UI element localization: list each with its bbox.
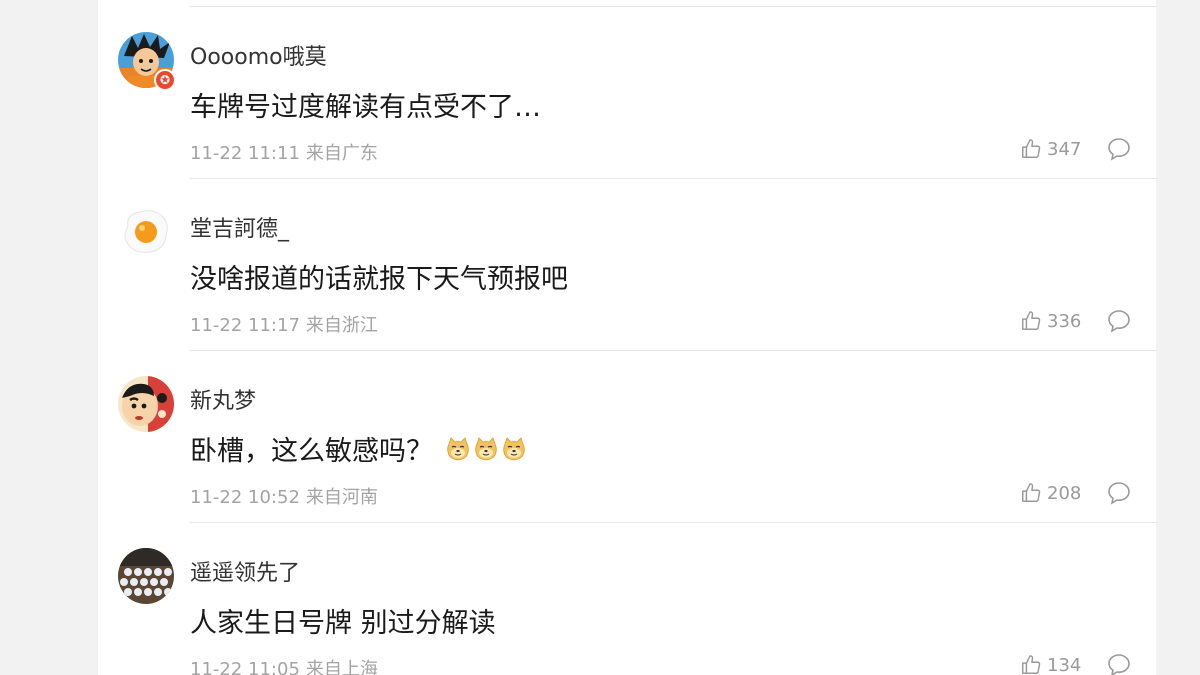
comment-content: 人家生日号牌 别过分解读 (190, 601, 496, 640)
comment-text: 车牌号过度解读有点受不了… (190, 92, 541, 123)
star-badge-icon: ✪ (154, 69, 176, 91)
comment-bubble-icon[interactable] (1106, 308, 1132, 334)
like-count: 208 (1047, 482, 1082, 504)
like-count: 347 (1047, 138, 1082, 160)
fried-egg-avatar[interactable] (118, 204, 174, 260)
doge-emoji (475, 436, 497, 460)
comment-username[interactable]: 堂吉訶德_ (190, 211, 289, 243)
comment-item: 堂吉訶德_ 没啥报道的话就报下天气预报吧 11-22 11:17 来自浙江 336 (98, 179, 1156, 351)
comment-bubble-icon[interactable] (1106, 480, 1132, 506)
comment-time: 11-22 11:17 (190, 315, 300, 336)
comment-bubble-icon[interactable] (1106, 136, 1132, 162)
comment-item: 新丸梦 卧槽，这么敏感吗？ 11-22 10:52 来自河南 208 (98, 351, 1156, 523)
comment-content: 卧槽，这么敏感吗？ (190, 429, 527, 468)
comment-location: 来自河南 (305, 487, 378, 508)
comment-bubble-icon[interactable] (1106, 652, 1132, 675)
crowd-photo-avatar[interactable] (118, 548, 174, 604)
crayon-shinchan-avatar[interactable] (118, 376, 174, 432)
comment-username[interactable]: 遥遥领先了 (190, 555, 300, 587)
like-button[interactable]: 134 (1020, 651, 1081, 675)
comment-location: 来自浙江 (305, 315, 378, 336)
comment-meta: 11-22 11:17 来自浙江 (190, 311, 378, 337)
comment-item: 遥遥领先了 人家生日号牌 别过分解读 11-22 11:05 来自上海 134 (98, 523, 1156, 675)
like-button[interactable]: 347 (1020, 135, 1081, 163)
like-count: 336 (1047, 310, 1082, 332)
thumbs-up-icon (1022, 655, 1041, 674)
comment-username[interactable]: 新丸梦 (190, 383, 256, 415)
thumbs-up-icon (1022, 311, 1041, 330)
comment-location: 来自广东 (305, 143, 378, 164)
like-button[interactable]: 336 (1020, 307, 1081, 335)
comment-text: 没啥报道的话就报下天气预报吧 (190, 264, 568, 295)
thumbs-up-icon (1022, 139, 1041, 158)
comment-content: 车牌号过度解读有点受不了… (190, 85, 541, 124)
thumbs-up-icon (1022, 483, 1041, 502)
comment-meta: 11-22 11:05 来自上海 (190, 655, 378, 675)
doge-emoji (447, 436, 469, 460)
comment-username[interactable]: Oooomo哦莫 (190, 39, 327, 71)
comment-list: ✪ Oooomo哦莫 车牌号过度解读有点受不了… 11-22 11:11 来自广东… (98, 0, 1156, 675)
like-count: 134 (1047, 654, 1082, 675)
comment-item: ✪ Oooomo哦莫 车牌号过度解读有点受不了… 11-22 11:11 来自广东… (98, 7, 1156, 179)
comment-meta: 11-22 11:11 来自广东 (190, 139, 378, 165)
like-button[interactable]: 208 (1020, 479, 1081, 507)
comment-time: 11-22 11:05 (190, 659, 300, 675)
comment-location: 来自上海 (305, 659, 378, 675)
comment-content: 没啥报道的话就报下天气预报吧 (190, 257, 568, 296)
comment-text: 卧槽，这么敏感吗？ (190, 436, 433, 467)
comment-text: 人家生日号牌 别过分解读 (190, 608, 496, 639)
doge-emoji (503, 436, 525, 460)
comment-meta: 11-22 10:52 来自河南 (190, 483, 378, 509)
comment-time: 11-22 10:52 (190, 487, 300, 508)
comment-time: 11-22 11:11 (190, 143, 300, 164)
